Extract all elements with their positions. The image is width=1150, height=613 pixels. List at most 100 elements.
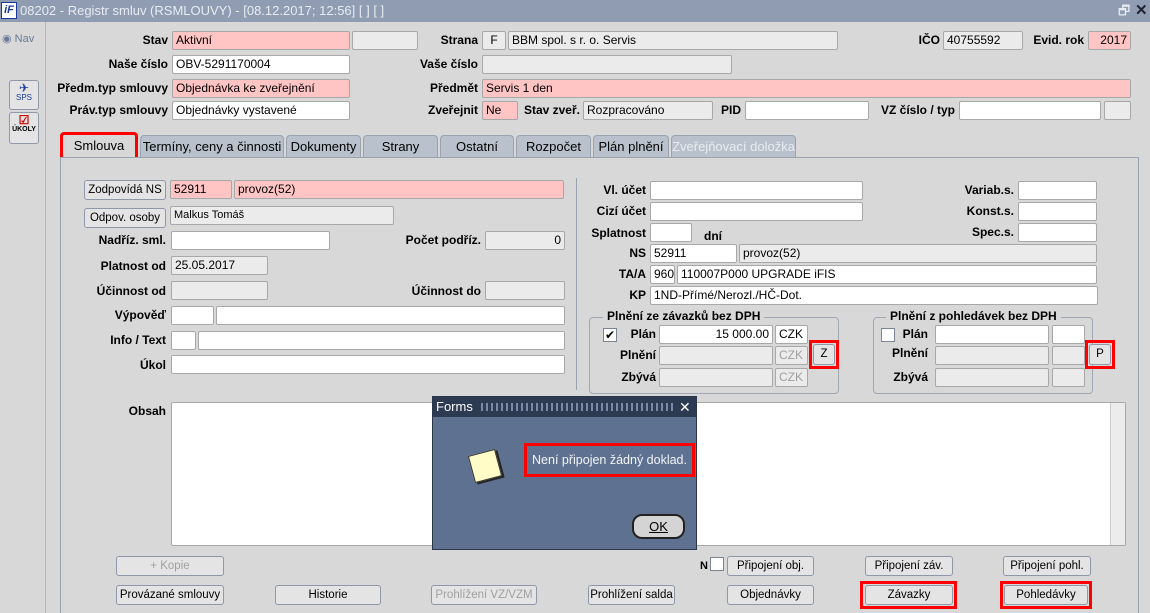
tab-dokumenty[interactable]: Dokumenty: [286, 135, 361, 158]
ukoly-button[interactable]: ☑ ÚKOLY: [9, 112, 39, 144]
obsah-scrollbar[interactable]: [1110, 403, 1125, 545]
restore-icon[interactable]: 🗗: [1118, 0, 1130, 22]
pocet-podriz-field[interactable]: 0: [485, 231, 565, 250]
vase-cislo-field[interactable]: [482, 55, 732, 74]
spec-label: Spec.s.: [971, 225, 1014, 239]
odpov-osoba-field[interactable]: Malkus Tomáš: [170, 206, 394, 225]
ta-code-field[interactable]: 960: [650, 265, 675, 284]
pohledavky-zbyva-currency[interactable]: [1052, 368, 1085, 387]
zodp-ns-name-field[interactable]: provoz(52): [234, 180, 564, 199]
nadriz-field[interactable]: [171, 231, 330, 250]
window-title: 08202 - Registr smluv (RSMLOUVY) - [08.1…: [20, 3, 385, 18]
p-button[interactable]: P: [1089, 344, 1111, 365]
odpov-osoby-button[interactable]: Odpov. osoby: [84, 208, 166, 228]
vz-typ-field[interactable]: [1104, 101, 1131, 120]
zavazky-zbyva-currency[interactable]: CZK: [775, 368, 808, 387]
ok-button[interactable]: OK: [632, 514, 685, 539]
variab-field[interactable]: [1018, 181, 1097, 200]
zodp-ns-field[interactable]: 52911: [170, 180, 232, 199]
ta-label: TA/A: [618, 267, 646, 281]
nase-cislo-field[interactable]: OBV-5291170004: [172, 55, 350, 74]
zavazky-zbyva-field[interactable]: [659, 368, 773, 387]
tab-plan-plneni[interactable]: Plán plnění: [593, 135, 669, 158]
tab-zverejnovaci-dolozka[interactable]: Zveřejňovací doložka: [671, 135, 796, 158]
ucinnost-od-label: Účinnost od: [96, 284, 166, 298]
ucinnost-do-field[interactable]: [485, 281, 565, 300]
pohledavky-plneni-field[interactable]: [935, 346, 1049, 365]
predm-typ-field[interactable]: Objednávka ke zveřejnění: [172, 79, 350, 98]
tab-strany[interactable]: Strany: [363, 135, 438, 158]
pripojeni-zav-button[interactable]: Připojení záv.: [865, 556, 953, 576]
tab-terminy[interactable]: Termíny, ceny a činnosti: [140, 135, 284, 158]
pohledavky-plneni-currency[interactable]: [1052, 346, 1085, 365]
info-field[interactable]: [171, 331, 196, 350]
checklist-icon: ☑: [18, 113, 30, 127]
pohledavky-button[interactable]: Pohledávky: [1004, 585, 1088, 605]
vl-ucet-field[interactable]: [650, 181, 863, 200]
ta-field[interactable]: 110007P000 UPGRADE iFIS: [677, 265, 1097, 284]
vz-cislo-field[interactable]: [959, 101, 1101, 120]
ns-field[interactable]: 52911: [650, 244, 737, 263]
stav-zver-field[interactable]: Rozpracováno: [583, 101, 713, 120]
historie-button[interactable]: Historie: [275, 585, 381, 605]
platnost-od-field[interactable]: 25.05.2017: [171, 256, 268, 275]
zavazky-plneni-currency[interactable]: CZK: [775, 346, 808, 365]
zavazky-plan-checkbox[interactable]: ✔: [603, 328, 617, 342]
zavazky-plan-field[interactable]: 15 000.00: [659, 325, 773, 344]
sps-button[interactable]: ✈ SPS: [9, 80, 39, 110]
prohlizeni-vz-button[interactable]: Prohlížení VZ/VZM: [431, 585, 537, 605]
pohledavky-plan-currency[interactable]: [1052, 325, 1085, 344]
strana-field[interactable]: BBM spol. s r. o. Servis: [508, 31, 838, 50]
zavazky-zbyva-label: Zbývá: [621, 370, 656, 384]
zodpovida-ns-button[interactable]: Zodpovídá NS: [84, 180, 166, 200]
pohledavky-zbyva-field[interactable]: [935, 368, 1049, 387]
ns-name-field[interactable]: provoz(52): [739, 244, 1097, 263]
strana-code-field[interactable]: F: [482, 31, 506, 50]
vypoved-label: Výpověď: [114, 308, 166, 322]
zavazky-plneni-field[interactable]: [659, 346, 773, 365]
cizi-ucet-label: Cizí účet: [596, 204, 646, 218]
pripojeni-obj-button[interactable]: Připojení obj.: [727, 556, 814, 576]
predmet-field[interactable]: Servis 1 den: [482, 79, 1131, 98]
provazane-smlouvy-button[interactable]: Provázané smlouvy: [116, 585, 224, 605]
splatnost-field[interactable]: [650, 223, 692, 242]
note-icon: [467, 448, 503, 484]
vase-cislo-label: Vaše číslo: [419, 57, 478, 71]
pripojeni-pohl-button[interactable]: Připojení pohl.: [1003, 556, 1091, 576]
objednavky-button[interactable]: Objednávky: [727, 585, 814, 605]
tab-ostatni[interactable]: Ostatní: [440, 135, 514, 158]
pohledavky-plan-field[interactable]: [935, 325, 1049, 344]
n-checkbox[interactable]: [710, 557, 724, 571]
spec-field[interactable]: [1018, 223, 1097, 242]
dialog-close-icon[interactable]: ✕: [679, 397, 691, 417]
stav-field[interactable]: Aktivní: [172, 31, 350, 50]
pid-field[interactable]: [745, 101, 869, 120]
plane-icon: ✈: [18, 81, 30, 95]
nav-button[interactable]: ◉ Nav: [2, 32, 34, 45]
cizi-ucet-field[interactable]: [650, 202, 863, 221]
tab-smlouva[interactable]: Smlouva: [60, 132, 138, 160]
konst-field[interactable]: [1018, 202, 1097, 221]
prohlizeni-salda-button[interactable]: Prohlížení salda: [588, 585, 675, 605]
info-text-field[interactable]: [198, 331, 565, 350]
nav-label: Nav: [14, 33, 35, 45]
evid-rok-field[interactable]: 2017: [1088, 31, 1131, 50]
kp-field[interactable]: 1ND-Přímé/Nerozl./HČ-Dot.: [650, 286, 1098, 305]
zverejnit-field[interactable]: Ne: [482, 101, 518, 120]
vypoved-field[interactable]: [171, 306, 214, 325]
tab-rozpocet[interactable]: Rozpočet: [516, 135, 591, 158]
prav-typ-field[interactable]: Objednávky vystavené: [172, 101, 350, 120]
kopie-button[interactable]: + Kopie: [116, 556, 224, 576]
dialog-title: Forms: [436, 399, 473, 414]
vypoved-text-field[interactable]: [216, 306, 565, 325]
ico-field[interactable]: 40755592: [943, 31, 1023, 50]
ukol-field[interactable]: [171, 355, 565, 374]
zavazky-plan-currency[interactable]: CZK: [775, 325, 808, 344]
ucinnost-od-field[interactable]: [171, 281, 268, 300]
z-button[interactable]: Z: [813, 344, 835, 365]
vl-ucet-label: Vl. účet: [603, 183, 646, 197]
pohledavky-plan-checkbox[interactable]: [881, 328, 895, 342]
zavazky-button[interactable]: Závazky: [865, 585, 953, 605]
variab-label: Variab.s.: [964, 183, 1014, 197]
close-icon[interactable]: ✕: [1135, 0, 1148, 22]
